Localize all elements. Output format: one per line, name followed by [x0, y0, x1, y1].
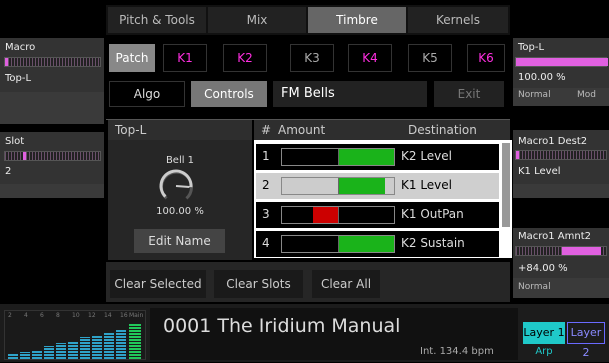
meter-bar	[116, 330, 126, 359]
row-destination: K2 Level	[401, 149, 452, 163]
level-meter: 2 4 6 8 10 12 14 16 Main	[4, 310, 146, 360]
tab-timbre[interactable]: Timbre	[308, 7, 406, 33]
table-row[interactable]: 3 K1 OutPan	[256, 202, 499, 228]
knob-name: Bell 1	[165, 155, 195, 166]
meter-scale-label: 16	[120, 312, 128, 319]
col-num-header: #	[261, 123, 272, 137]
clear-slots-button[interactable]: Clear Slots	[214, 270, 303, 298]
tempo-display[interactable]: Int. 134.4 bpm	[420, 346, 494, 357]
meter-bar	[32, 350, 42, 359]
amount-value-fill	[312, 207, 338, 223]
left-slot-slider[interactable]	[4, 151, 101, 161]
table-row[interactable]: 4 K2 Sustain	[256, 231, 499, 257]
meter-bar	[20, 351, 30, 359]
amount-bar[interactable]	[281, 235, 395, 253]
right-dest-slider[interactable]	[515, 150, 607, 160]
right-amnt-mode[interactable]: Normal	[518, 282, 551, 292]
table-row[interactable]: 1 K2 Level	[256, 144, 499, 170]
clear-all-button[interactable]: Clear All	[312, 270, 380, 298]
left-slot-label: Slot	[5, 136, 25, 147]
col-dest-header: Destination	[408, 123, 477, 137]
tab-kernels[interactable]: Kernels	[408, 7, 508, 33]
amount-value-fill	[339, 149, 394, 165]
amount-value-fill	[339, 236, 394, 252]
amount-bar-center	[338, 207, 339, 223]
meter-bar	[80, 337, 90, 359]
exit-button[interactable]: Exit	[434, 81, 504, 107]
amount-bar[interactable]	[281, 206, 395, 224]
right-dest-value: K1 Level	[518, 166, 561, 177]
row-number: 2	[262, 178, 270, 192]
macro-panel-title: Top-L	[115, 123, 147, 137]
preset-name-field[interactable]: FM Bells	[273, 81, 427, 107]
right-top-label: Top-L	[518, 42, 545, 53]
right-dest-label: Macro1 Dest2	[518, 136, 588, 147]
knob-value: 100.00 %	[156, 206, 204, 217]
right-top-value: 100.00 %	[518, 72, 566, 83]
left-slot-value: 2	[5, 166, 12, 177]
kernel-button-3[interactable]: K3	[290, 44, 334, 72]
row-destination: K1 Level	[401, 178, 452, 192]
right-top-mode-a[interactable]: Normal	[518, 90, 551, 100]
left-macro-value: Top-L	[5, 73, 32, 84]
clear-selected-button[interactable]: Clear Selected	[110, 270, 206, 298]
meter-scale-label: 10	[72, 312, 80, 319]
macro-knob[interactable]	[156, 168, 200, 202]
kernel-button-4[interactable]: K4	[348, 44, 392, 72]
meter-scale-label: 4	[24, 312, 28, 319]
meter-scale-label: 2	[8, 312, 12, 319]
amount-value-fill	[339, 178, 386, 194]
meter-scale-label: 14	[104, 312, 112, 319]
table-scrollbar[interactable]	[502, 143, 510, 227]
algo-button[interactable]: Algo	[109, 81, 185, 107]
amount-bar[interactable]	[281, 177, 395, 195]
layer1-button[interactable]: Layer 1	[523, 322, 565, 344]
meter-bar	[104, 332, 114, 359]
layer2-button[interactable]: Layer 2	[567, 322, 605, 359]
edit-name-button[interactable]: Edit Name	[134, 229, 225, 253]
meter-scale-label: 6	[40, 312, 44, 319]
row-destination: K2 Sustain	[401, 236, 465, 250]
controls-button[interactable]: Controls	[191, 81, 267, 107]
kernel-button-6[interactable]: K6	[467, 44, 505, 72]
right-top-mode-b[interactable]: Mod	[577, 90, 596, 100]
meter-scale-label: 8	[56, 312, 60, 319]
patch-title[interactable]: 0001 The Iridium Manual	[163, 315, 400, 337]
row-number: 4	[262, 236, 270, 250]
meter-bar	[68, 341, 78, 359]
row-destination: K1 OutPan	[401, 207, 464, 221]
right-amnt-slider[interactable]	[515, 246, 607, 256]
col-amount-header: Amount	[278, 123, 326, 137]
meter-main-bar	[129, 323, 141, 359]
right-amnt-label: Macro1 Amnt2	[518, 231, 592, 242]
left-macro-label: Macro	[5, 42, 36, 53]
right-amnt-value: +84.00 %	[518, 263, 568, 274]
kernel-button-2[interactable]: K2	[223, 44, 267, 72]
tab-pitch-tools[interactable]: Pitch & Tools	[108, 7, 206, 33]
kernel-button-5[interactable]: K5	[408, 44, 452, 72]
amount-bar[interactable]	[281, 148, 395, 166]
meter-bar	[56, 342, 66, 359]
table-row[interactable]: 2 K1 Level	[256, 173, 499, 199]
row-number: 1	[262, 149, 270, 163]
patch-button[interactable]: Patch	[109, 44, 155, 72]
tab-mix[interactable]: Mix	[208, 7, 306, 33]
meter-bar	[92, 335, 102, 359]
left-macro-slider[interactable]	[4, 57, 101, 67]
meter-bar	[44, 346, 54, 359]
kernel-button-1[interactable]: K1	[163, 44, 207, 72]
meter-scale-label: Main	[129, 312, 144, 319]
row-number: 3	[262, 207, 270, 221]
arp-label[interactable]: Arp	[523, 346, 565, 357]
meter-bar	[8, 353, 18, 359]
right-top-slider[interactable]	[515, 57, 608, 67]
meter-scale-label: 12	[88, 312, 96, 319]
